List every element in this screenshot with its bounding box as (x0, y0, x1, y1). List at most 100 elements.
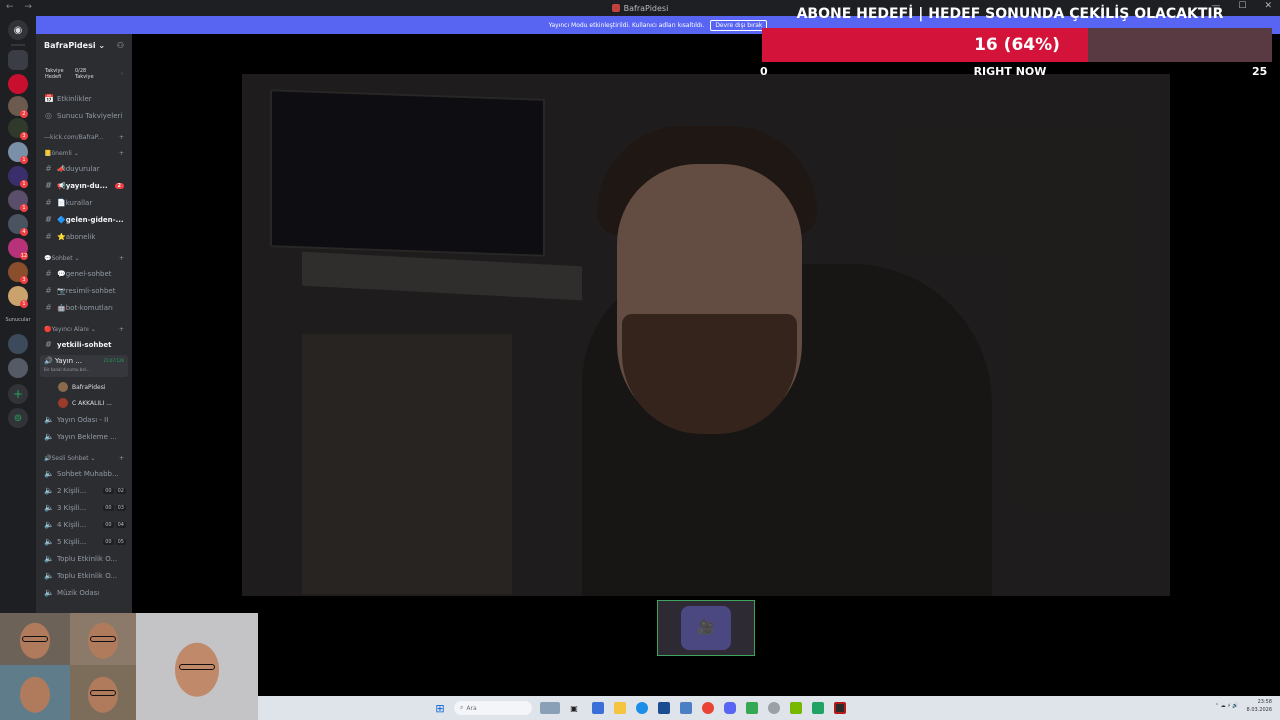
voice-channel-name: Yayın ... (54, 357, 82, 365)
sidebar-item-events[interactable]: 📅 Etkinlikler (36, 90, 132, 107)
voice-channel[interactable]: 🔈 3 Kişili... 00 03 (36, 499, 132, 516)
close-button[interactable]: ✕ (1264, 1, 1272, 11)
voice-channel[interactable]: 🔈 Yayın Odası - II (36, 411, 132, 428)
category-link[interactable]: —kick.com/BafraP... + (36, 130, 132, 144)
glasses (90, 636, 116, 643)
plus-icon[interactable]: + (119, 455, 124, 462)
category-yayinci[interactable]: 🔴Yayıncı Alanı ⌄ + (36, 322, 132, 336)
mention-badge: 1 (20, 156, 28, 164)
settings-icon[interactable] (768, 702, 780, 714)
mention-badge: 1 (20, 204, 28, 212)
channel-label: 📣duyurular (57, 164, 100, 173)
channel-gelen-giden[interactable]: # 🔷gelen-giden-... (36, 211, 132, 228)
app-icon[interactable] (812, 702, 824, 714)
active-app-icon[interactable] (834, 702, 846, 714)
clock[interactable]: 23:58 8.03.2026 (1247, 698, 1272, 714)
app-icon[interactable] (592, 702, 604, 714)
channel-sidebar: BafraPidesi ⌄ ⚇ Takviye Hedefi 0/28 Takv… (36, 34, 132, 696)
store-icon[interactable] (658, 702, 670, 714)
task-view-icon[interactable]: ▣ (568, 702, 580, 714)
disable-streamer-mode-button[interactable]: Devre dışı bırak (710, 19, 768, 31)
add-member-icon[interactable]: ⚇ (117, 41, 124, 50)
hash-icon: # (45, 181, 52, 190)
server-header[interactable]: BafraPidesi ⌄ ⚇ (36, 34, 132, 56)
sub-goal-bar: 16 (64%) (762, 28, 1272, 62)
server-icon-m[interactable] (8, 74, 28, 94)
voice-channel[interactable]: 🔈 4 Kişili... 00 04 (36, 516, 132, 533)
channel-yayin-duyuru[interactable]: # 📢yayın-du... 2 (36, 177, 132, 194)
home-button[interactable]: ◉ (8, 20, 28, 40)
channel-label: 📷resimli-sohbet (57, 286, 116, 295)
participant-thumbnail[interactable]: 🎥 (657, 600, 755, 656)
discord-icon[interactable] (724, 702, 736, 714)
webcam-frame (0, 613, 70, 665)
channel-resimli-sohbet[interactable]: # 📷resimli-sohbet (36, 282, 132, 299)
webcam-collage (0, 613, 258, 720)
webcam-frame (70, 613, 136, 665)
explore-icon[interactable]: ⊚ (8, 408, 28, 428)
category-sohbet[interactable]: 💬Sohbet ⌄ + (36, 251, 132, 265)
category-sesli[interactable]: 🔊Sesli Sohbet ⌄ + (36, 451, 132, 465)
windows-start-icon[interactable]: ⊞ (434, 702, 446, 715)
hash-icon: # (45, 164, 52, 173)
taskbar-search[interactable]: ⌕ Ara (454, 701, 532, 715)
plus-icon[interactable]: + (119, 326, 124, 333)
channel-abonelik[interactable]: # ⭐abonelik (36, 228, 132, 245)
voice-user[interactable]: C AKKALILI ... (36, 395, 132, 411)
channel-label: 2 Kişili... (57, 486, 87, 495)
mention-badge: 4 (20, 228, 28, 236)
channel-label: Müzik Odası (57, 588, 100, 597)
voice-user[interactable]: BafraPidesi (36, 379, 132, 395)
speaker-icon: 🔈 (44, 469, 54, 478)
edge-icon[interactable] (636, 702, 648, 714)
nav-arrows[interactable]: ← → (6, 2, 36, 12)
speaker-icon: 🔈 (44, 432, 54, 441)
voice-channel[interactable]: 🔈 2 Kişili... 00 02 (36, 482, 132, 499)
channel-label: 4 Kişili... (57, 520, 87, 529)
mail-icon[interactable] (680, 702, 692, 714)
channel-yetkili-sohbet[interactable]: # yetkili-sohbet (36, 336, 132, 353)
voice-channel[interactable]: 🔈 Yayın Bekleme ... (36, 428, 132, 445)
channel-bot-komutlari[interactable]: # 🤖bot-komutları (36, 299, 132, 316)
server-folder-icon[interactable] (8, 50, 28, 70)
mention-badge: 2 (20, 110, 28, 118)
voice-channel-active[interactable]: 🔊 Yayın ... 21:07:126 Bir kanal durumu b… (40, 355, 128, 377)
channel-label: 📢yayın-du... (57, 181, 108, 190)
server-icon[interactable] (8, 358, 28, 378)
voice-channel[interactable]: 🔈 Müzik Odası (36, 584, 132, 601)
channel-genel-sohbet[interactable]: # 💬genel-sohbet (36, 265, 132, 282)
user-limit: 00 02 (103, 487, 126, 494)
category-onemli[interactable]: 📒önemli ⌄ + (36, 146, 132, 160)
plus-icon[interactable]: + (119, 134, 124, 141)
hash-icon: # (45, 286, 52, 295)
speaker-icon: 🔈 (44, 415, 54, 424)
chrome-icon[interactable] (702, 702, 714, 714)
server-icon[interactable] (8, 334, 28, 354)
add-server-icon[interactable]: + (8, 384, 28, 404)
avatar (58, 382, 68, 392)
mention-badge: 12 (20, 252, 28, 260)
category-label: 💬Sohbet ⌄ (44, 254, 80, 262)
sidebar-item-boosts[interactable]: ◎ Sunucu Takviyeleri (36, 107, 132, 124)
stream-video[interactable] (242, 74, 1170, 596)
plus-icon[interactable]: + (119, 150, 124, 157)
voice-channel[interactable]: 🔈 5 Kişili... 00 05 (36, 533, 132, 550)
app-icon[interactable] (746, 702, 758, 714)
channel-label: ⭐abonelik (57, 232, 96, 241)
hash-icon: # (45, 232, 52, 241)
channel-duyurular[interactable]: # 📣duyurular (36, 160, 132, 177)
voice-channel[interactable]: 🔈 Toplu Etkinlik O... (36, 567, 132, 584)
voice-channel[interactable]: 🔈 Sohbet Muhabb... (36, 465, 132, 482)
voice-channel[interactable]: 🔈 Toplu Etkinlik O... (36, 550, 132, 567)
channel-label: 🔷gelen-giden-... (57, 215, 124, 224)
widgets-icon[interactable] (540, 702, 560, 714)
channel-kurallar[interactable]: # 📄kurallar (36, 194, 132, 211)
user-limit: 00 04 (103, 521, 126, 528)
nvidia-icon[interactable] (790, 702, 802, 714)
search-placeholder: Ara (466, 704, 477, 712)
plus-icon[interactable]: + (119, 255, 124, 262)
file-explorer-icon[interactable] (614, 702, 626, 714)
tray-icons[interactable]: ⌃ ☁ ⚡ 🔊 (1215, 703, 1239, 709)
boost-goal[interactable]: Takviye Hedefi 0/28 Takviye › (42, 64, 126, 84)
mention-badge: 2 (114, 182, 124, 189)
